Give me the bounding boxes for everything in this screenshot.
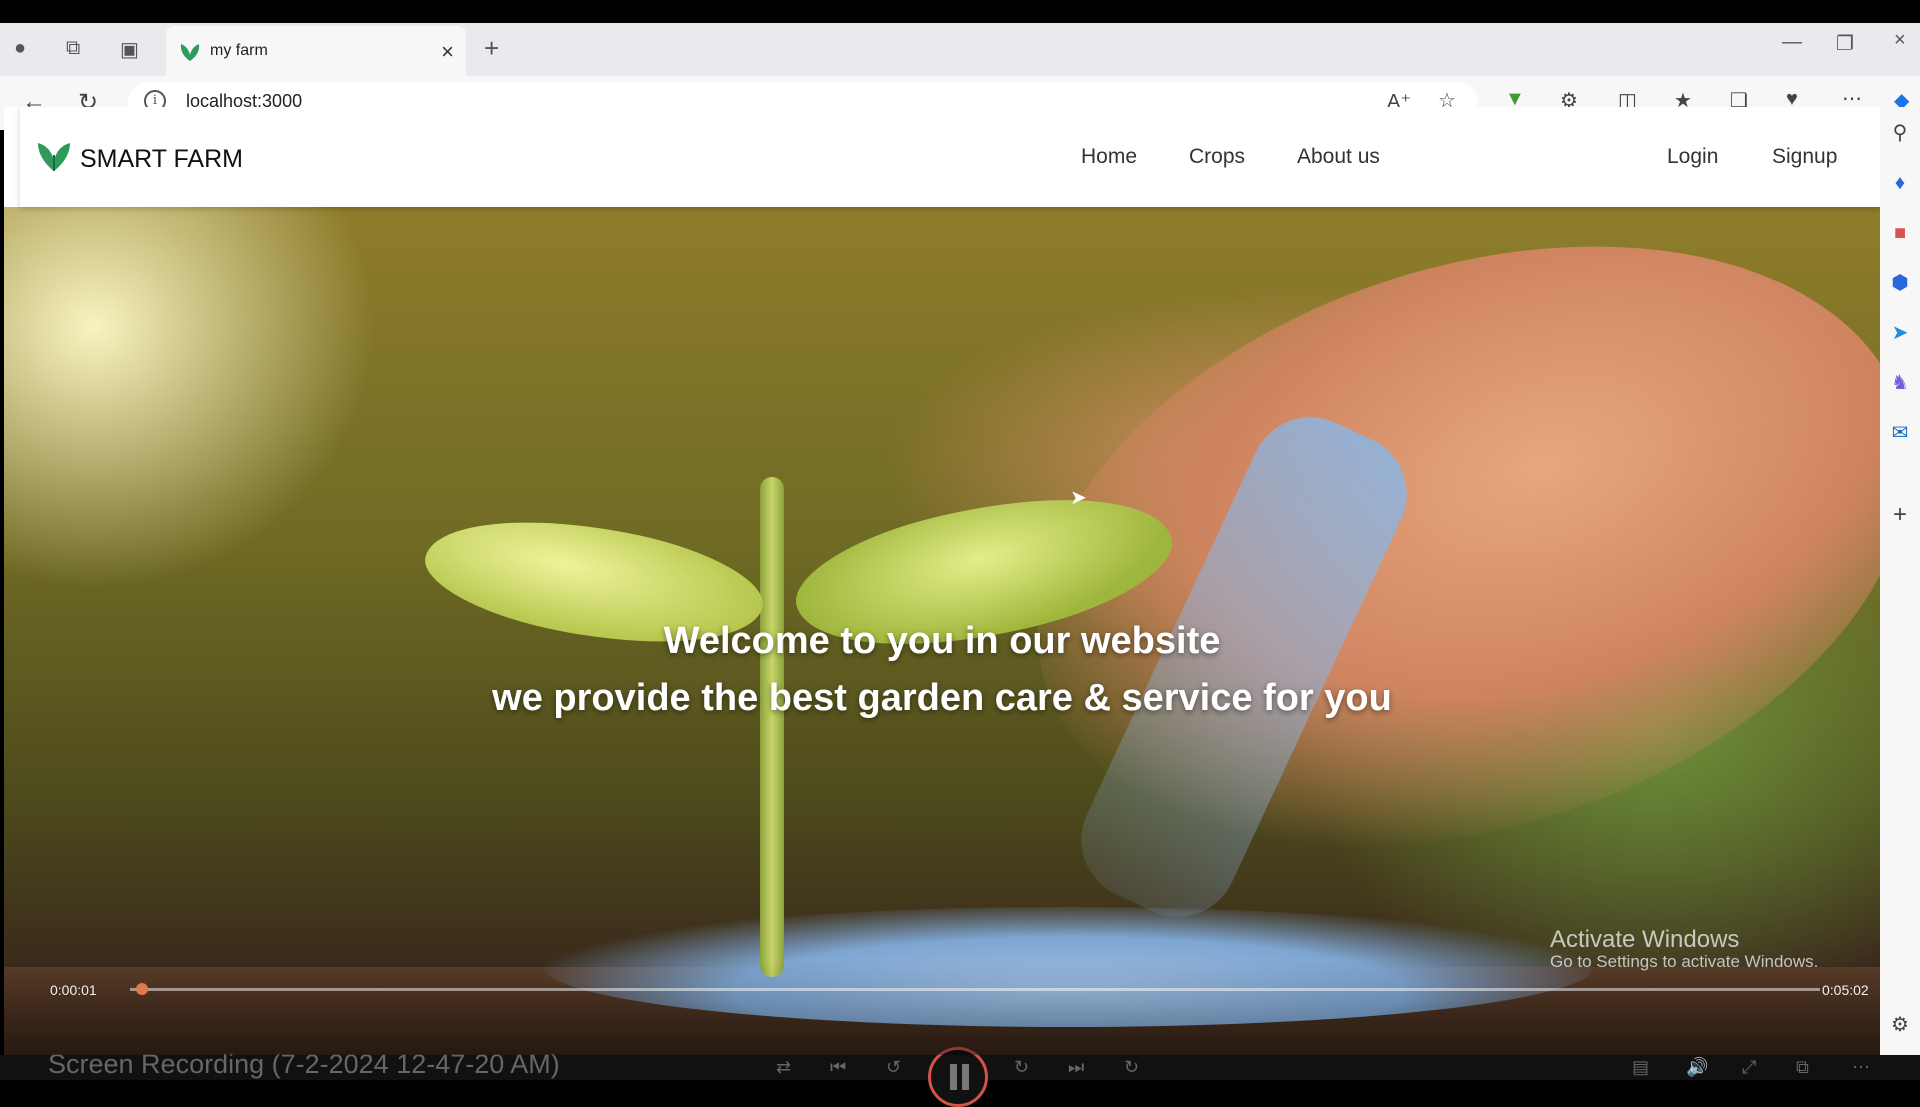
volume-icon[interactable]: 🔊 [1686, 1057, 1708, 1078]
profile-icon[interactable]: ● [14, 37, 26, 60]
restore-icon[interactable]: ❐ [1836, 31, 1854, 56]
browser-tab[interactable]: my farm × [166, 26, 466, 76]
nav-home[interactable]: Home [1081, 145, 1137, 169]
sidebar-tools-icon[interactable]: ■ [1888, 221, 1912, 245]
brand-name: SMART FARM [80, 145, 243, 173]
site-navbar: SMART FARM Home Crops About us Login Sig… [20, 107, 1880, 207]
player-more-icon[interactable]: ⋯ [1852, 1057, 1870, 1078]
workspaces-icon[interactable]: ⧉ [66, 37, 80, 60]
sidebar-settings-icon[interactable]: ⚙ [1888, 1013, 1912, 1037]
nav-login[interactable]: Login [1667, 145, 1718, 169]
rewind-10-icon[interactable]: ↺ [886, 1057, 901, 1078]
shuffle-icon[interactable]: ⇄ [776, 1057, 791, 1078]
repeat-icon[interactable]: ↻ [1124, 1057, 1139, 1078]
sidebar-games-icon[interactable]: ♞ [1888, 371, 1912, 395]
tab-favicon-icon [180, 44, 200, 61]
media-player-bar: Screen Recording (7-2-2024 12-47-20 AM) … [0, 1047, 1920, 1107]
tab-actions-icon[interactable]: ▣ [120, 37, 139, 62]
nav-about-us[interactable]: About us [1297, 145, 1380, 169]
previous-icon[interactable]: ⏮ [830, 1057, 846, 1078]
web-page: SMART FARM Home Crops About us Login Sig… [4, 107, 1880, 1055]
tab-title: my farm [210, 42, 268, 59]
seek-thumb[interactable] [136, 983, 148, 995]
close-window-icon[interactable]: × [1894, 29, 1906, 52]
browser-tab-strip: ● ⧉ ▣ my farm × + — ❐ × [0, 23, 1920, 76]
sidebar-add-icon[interactable]: + [1888, 503, 1912, 527]
fullscreen-icon[interactable]: ⤢ [1742, 1057, 1756, 1078]
hero-heading: Welcome to you in our website [663, 620, 1221, 662]
nav-crops[interactable]: Crops [1189, 145, 1245, 169]
next-icon[interactable]: ⏭ [1068, 1057, 1084, 1078]
tab-close-icon[interactable]: × [441, 39, 454, 65]
video-player-controls: 0:00:01 0:05:02 [0, 960, 1880, 1055]
browser-sidebar: ⚲ ♦ ■ ⬢ ➤ ♞ ✉ + ⚙ [1880, 107, 1920, 1055]
hero-plant-stem [760, 477, 784, 977]
total-time: 0:05:02 [1822, 982, 1869, 998]
minimize-icon[interactable]: — [1782, 31, 1802, 54]
hero-subheading: we provide the best garden care & servic… [492, 677, 1392, 719]
mouse-cursor-icon: ➤ [1070, 487, 1087, 509]
sidebar-outlook-icon[interactable]: ✉ [1888, 421, 1912, 445]
current-time: 0:00:01 [50, 982, 97, 998]
new-tab-icon[interactable]: + [484, 33, 499, 64]
seek-bar[interactable] [130, 983, 1820, 995]
sidebar-shopping-icon[interactable]: ♦ [1888, 171, 1912, 195]
captions-icon[interactable]: ▤ [1632, 1057, 1649, 1078]
sidebar-search-icon[interactable]: ⚲ [1888, 121, 1912, 145]
sidebar-office-icon[interactable]: ⬢ [1888, 271, 1912, 295]
brand-leaf-icon [38, 143, 70, 171]
screen-top-bar [0, 0, 1920, 23]
sidebar-telegram-icon[interactable]: ➤ [1888, 321, 1912, 345]
pause-button[interactable] [928, 1047, 988, 1107]
nav-signup[interactable]: Signup [1772, 145, 1837, 169]
watermark-title: Activate Windows [1550, 926, 1740, 953]
forward-30-icon[interactable]: ↻ [1014, 1057, 1029, 1078]
miniplayer-icon[interactable]: ⧉ [1796, 1057, 1809, 1078]
